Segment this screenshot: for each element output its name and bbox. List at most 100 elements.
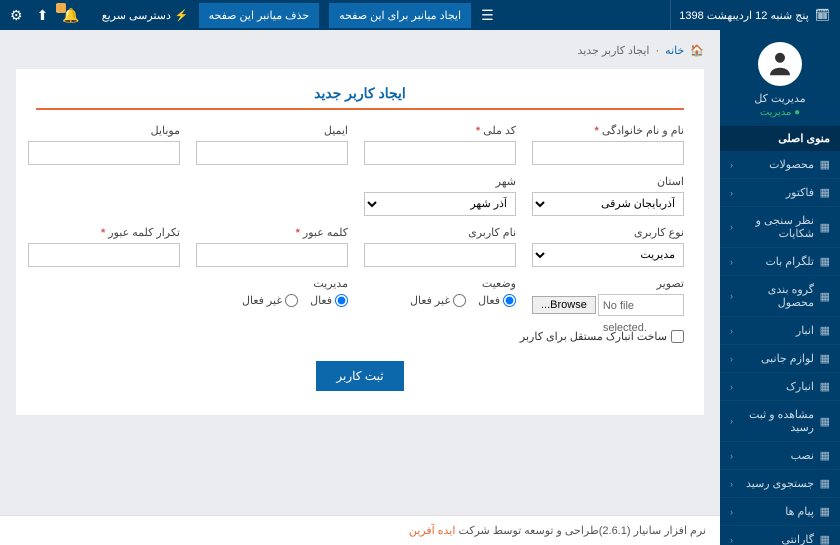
sidebar-item-9[interactable]: ▦ نصب ‹ <box>720 442 840 470</box>
file-selected-text: No file selected. <box>598 294 684 316</box>
email-input[interactable] <box>196 141 348 165</box>
breadcrumb-sep: · <box>656 45 660 57</box>
upload-icon[interactable]: ⬆ <box>37 7 49 24</box>
footer-brand: ایده آفرین <box>409 525 456 537</box>
chevron-left-icon: ‹ <box>730 326 733 336</box>
sidebar-item-6[interactable]: ▦لوازم جانبی‹ <box>720 345 840 373</box>
admin-status: ● مدیریت <box>720 107 840 118</box>
calendar-icon: 🗓 <box>815 8 830 22</box>
mgmt-inactive-radio[interactable]: غیر فعال <box>242 294 298 307</box>
avatar-block: مدیریت کل ● مدیریت <box>720 30 840 126</box>
sidebar-item-3[interactable]: ▦تلگرام بات‹ <box>720 248 840 276</box>
sidebar-item-10[interactable]: ▦جستجوی رسید‹ <box>720 470 840 498</box>
grid-icon: ▦ <box>820 415 830 428</box>
form-card: ایجاد کاربر جدید نام و نام خانوادگی کد م… <box>16 69 704 415</box>
sidebar-item-label: نصب <box>791 449 814 462</box>
mgmt-active-radio[interactable]: فعال <box>310 294 348 307</box>
national-code-label: کد ملی <box>364 124 516 137</box>
grid-icon: ▦ <box>820 505 830 518</box>
chevron-left-icon: ‹ <box>730 382 733 392</box>
username-input[interactable] <box>364 243 516 267</box>
username-label: نام کاربری <box>364 226 516 239</box>
grid-icon: ▦ <box>820 533 830 545</box>
grid-icon: ▦ <box>820 290 830 303</box>
password-repeat-input[interactable] <box>28 243 180 267</box>
sidebar-item-label: فاکتور <box>786 186 814 199</box>
hamburger-icon[interactable]: ☰ <box>481 7 494 24</box>
sidebar-item-11[interactable]: ▦ پیام ها ‹ <box>720 498 840 526</box>
footer-text: نرم افزار سانیار (2.6.1)طراحی و توسعه تو… <box>455 525 706 537</box>
chevron-left-icon: ‹ <box>730 188 733 198</box>
fullname-input[interactable] <box>532 141 684 165</box>
submit-button[interactable]: ثبت کاربر <box>316 361 403 391</box>
status-active-radio[interactable]: فعال <box>478 294 516 307</box>
grid-icon: ▦ <box>820 380 830 393</box>
email-label: ایمیل <box>196 124 348 137</box>
sidebar-item-2[interactable]: ▦نظر سنجی و شکایات‹ <box>720 207 840 248</box>
breadcrumb: 🏠 خانه · ایجاد کاربر جدید <box>16 44 704 57</box>
sidebar-item-label: لوازم جانبی <box>761 352 814 365</box>
title-divider <box>36 108 684 110</box>
management-label: مدیریت <box>196 277 348 290</box>
quick-access-label: دسترسی سریع <box>102 9 171 22</box>
grid-icon: ▦ <box>820 255 830 268</box>
chevron-left-icon: ‹ <box>730 451 733 461</box>
user-type-label: نوع کاربری <box>532 226 684 239</box>
notification-badge <box>56 3 66 13</box>
status-label: وضعیت <box>364 277 516 290</box>
chevron-left-icon: ‹ <box>730 222 733 232</box>
top-icons: 🔔 ⬆ ⚙ <box>10 7 80 24</box>
password-repeat-label: تکرار کلمه عبور <box>28 226 180 239</box>
sidebar-item-label: پیام ها <box>785 505 814 518</box>
sidebar-item-1[interactable]: ▦ فاکتور ‹ <box>720 179 840 207</box>
city-label: شهر <box>364 175 516 188</box>
grid-icon: ▦ <box>820 352 830 365</box>
sidebar-item-label: انبار <box>796 324 814 337</box>
user-type-select[interactable]: مدیریت <box>532 243 684 267</box>
grid-icon: ▦ <box>820 477 830 490</box>
share-icon[interactable]: ⚙ <box>10 7 23 24</box>
own-warehouse-checkbox[interactable] <box>671 330 684 343</box>
page-title: ایجاد کاربر جدید <box>36 85 684 108</box>
main: 🏠 خانه · ایجاد کاربر جدید ایجاد کاربر جد… <box>0 30 720 545</box>
status-inactive-radio[interactable]: غیر فعال <box>410 294 466 307</box>
sidebar-item-label: محصولات <box>769 158 814 171</box>
mobile-input[interactable] <box>28 141 180 165</box>
sidebar-item-8[interactable]: ▦ مشاهده و ثبت رسید‹ <box>720 401 840 442</box>
sidebar-item-label: نظر سنجی و شکایات <box>733 214 814 240</box>
image-label: تصویر <box>532 277 684 290</box>
breadcrumb-current: ایجاد کاربر جدید <box>577 44 649 57</box>
bell-icon[interactable]: 🔔 <box>62 7 79 24</box>
password-input[interactable] <box>196 243 348 267</box>
remove-shortcut-button[interactable]: حذف میانبر این صفحه <box>199 3 320 28</box>
chevron-left-icon: ‹ <box>730 291 733 301</box>
topbar-date: پنج شنبه 12 اردیبهشت 1398 <box>679 9 809 22</box>
breadcrumb-home[interactable]: خانه <box>665 44 684 57</box>
grid-icon: ▦ <box>820 158 830 171</box>
sidebar-item-7[interactable]: ▦انبارک‹ <box>720 373 840 401</box>
own-warehouse-label: ساخت انبارک مستقل برای کاربر <box>520 330 667 343</box>
grid-icon: ▦ <box>820 449 830 462</box>
sidebar: مدیریت کل ● مدیریت منوی اصلی ▦ محصولات ‹ ▦ ف… <box>720 30 840 545</box>
menu-header: منوی اصلی <box>720 126 840 151</box>
chevron-left-icon: ‹ <box>730 416 733 426</box>
topbar: 🗓 پنج شنبه 12 اردیبهشت 1398 ☰ ایجاد میان… <box>0 0 840 30</box>
city-select[interactable]: آذر شهر <box>364 192 516 216</box>
chevron-left-icon: ‹ <box>730 507 733 517</box>
browse-button[interactable]: ...Browse <box>532 296 596 314</box>
avatar[interactable] <box>758 42 802 86</box>
sidebar-item-label: مشاهده و ثبت رسید <box>733 408 814 434</box>
quick-access-link[interactable]: ⚡ دسترسی سریع <box>102 9 189 22</box>
divider <box>670 0 671 30</box>
grid-icon: ▦ <box>820 186 830 199</box>
sidebar-item-4[interactable]: ▦گروه بندی محصول‹ <box>720 276 840 317</box>
sidebar-item-0[interactable]: ▦محصولات‹ <box>720 151 840 179</box>
fullname-label: نام و نام خانوادگی <box>532 124 684 137</box>
province-select[interactable]: آذربایجان شرقی <box>532 192 684 216</box>
national-code-input[interactable] <box>364 141 516 165</box>
admin-title: مدیریت کل <box>720 92 840 105</box>
create-shortcut-button[interactable]: ایجاد میانبر برای این صفحه <box>329 3 471 28</box>
lightning-icon: ⚡ <box>175 9 189 22</box>
sidebar-item-12[interactable]: ▦گارانتی‹ <box>720 526 840 545</box>
sidebar-item-5[interactable]: ▦انبار‹ <box>720 317 840 345</box>
